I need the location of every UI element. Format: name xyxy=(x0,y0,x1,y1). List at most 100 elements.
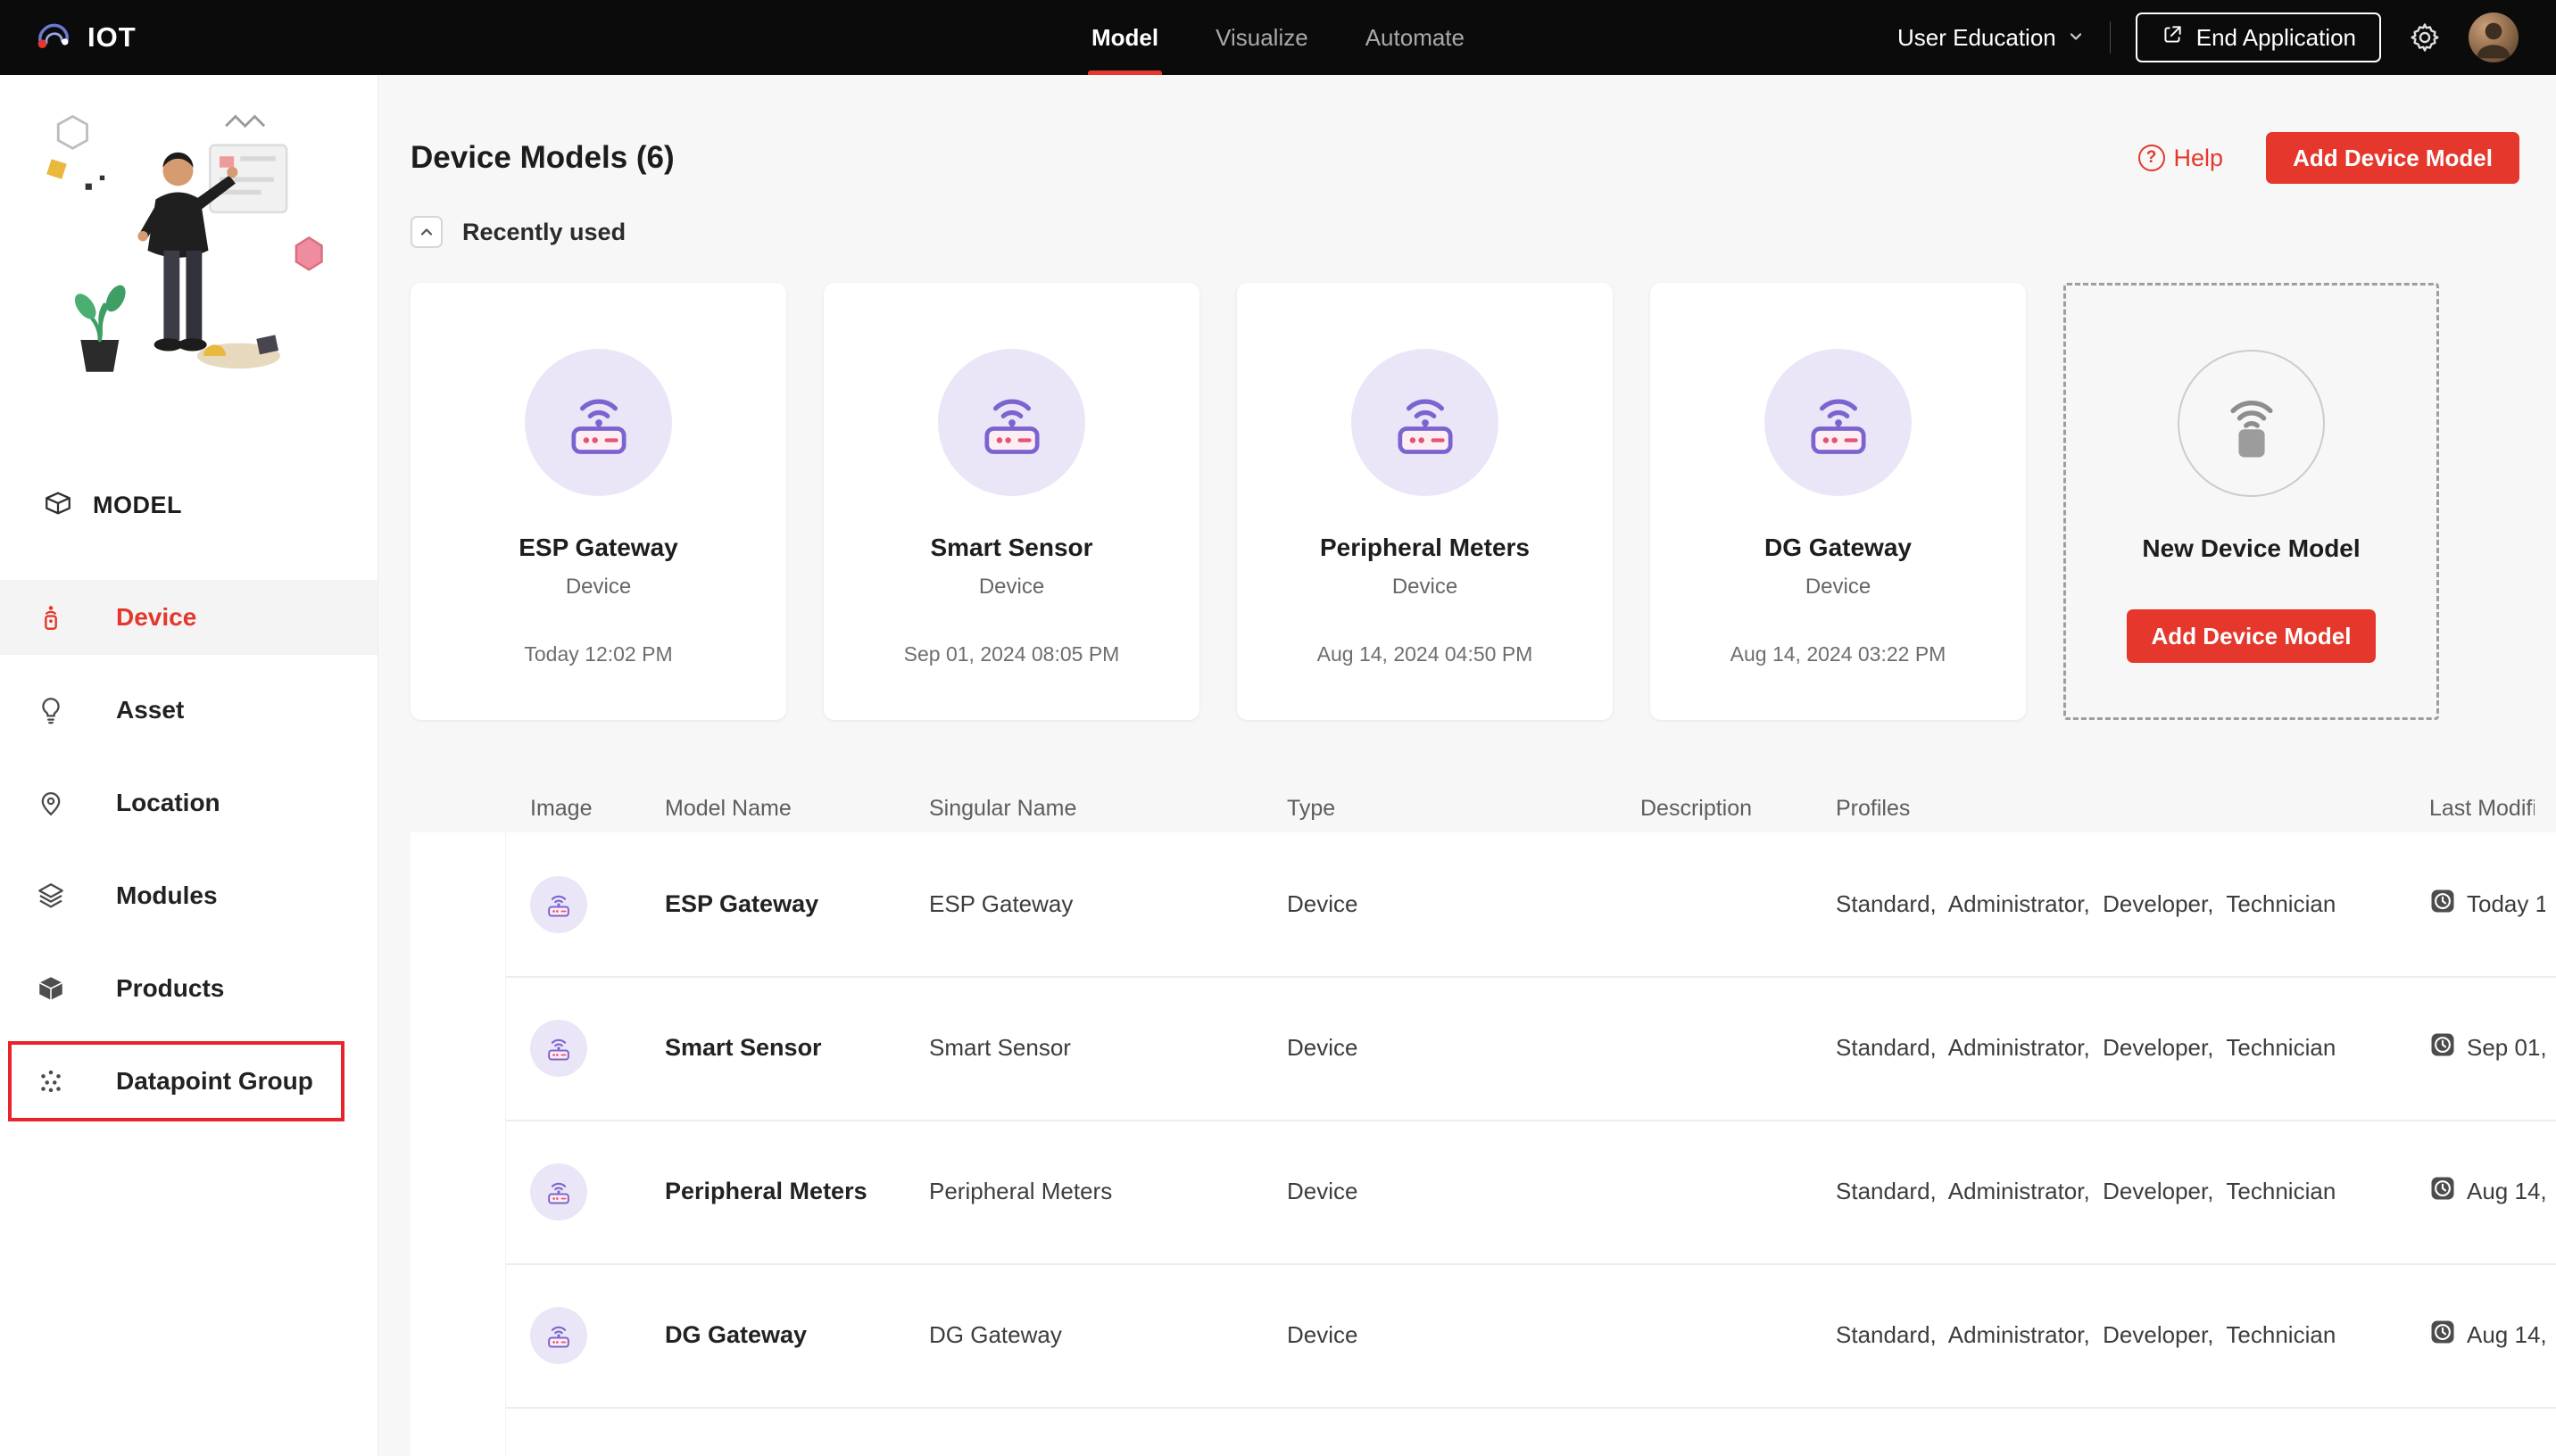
datapoint-cluster-icon xyxy=(36,1066,66,1096)
topbar-right: User Education End Application xyxy=(1897,12,2519,62)
sidebar-item-modules[interactable]: Modules xyxy=(0,858,378,933)
topbar-divider xyxy=(2109,21,2111,54)
table-row-partial[interactable] xyxy=(411,1407,2556,1456)
recent-device-card-esp-gateway[interactable]: ESP Gateway Device Today 12:02 PM xyxy=(411,283,786,720)
table-header: Image Model Name Singular Name Type Desc… xyxy=(411,784,2556,832)
router-icon xyxy=(530,1019,587,1077)
question-circle-icon: ? xyxy=(2137,145,2165,171)
sidebar-item-label: Device xyxy=(116,603,197,631)
router-icon xyxy=(1764,349,1912,496)
card-last-used: Aug 14, 2024 04:50 PM xyxy=(1316,642,1533,666)
cell-profiles: Standard, Administrator, Developer, Tech… xyxy=(1836,1321,2336,1348)
model-cube-icon xyxy=(43,488,73,523)
router-icon xyxy=(938,349,1085,496)
sidebar-item-datapoint-group[interactable]: Datapoint Group xyxy=(0,1041,378,1121)
sidebar-item-label: Products xyxy=(116,974,225,1002)
cell-last-modified: Aug 14, 2024 03:22 PM xyxy=(2467,1321,2545,1348)
sidebar-section-label: MODEL xyxy=(93,491,182,518)
router-icon xyxy=(530,1306,587,1364)
recent-device-card-dg-gateway[interactable]: DG Gateway Device Aug 14, 2024 03:22 PM xyxy=(1650,283,2026,720)
cell-type: Device xyxy=(1287,1034,1358,1061)
sidebar: MODEL Device Asset Location Modules Prod… xyxy=(0,75,378,1456)
sidebar-illustration xyxy=(46,114,323,372)
card-model-type: Device xyxy=(978,575,1045,599)
cell-last-modified: Aug 14, 2024 04:50 PM xyxy=(2467,1178,2545,1204)
recent-device-card-smart-sensor[interactable]: Smart Sensor Device Sep 01, 2024 08:05 P… xyxy=(824,283,1199,720)
end-application-button[interactable]: End Application xyxy=(2135,12,2381,62)
sidebar-item-location[interactable]: Location xyxy=(0,765,378,840)
card-last-used: Sep 01, 2024 08:05 PM xyxy=(903,642,1120,666)
brand: IOT xyxy=(32,15,137,61)
sidebar-item-device[interactable]: Device xyxy=(0,580,378,655)
add-device-model-button[interactable]: Add Device Model xyxy=(2266,132,2519,184)
sidebar-item-label: Asset xyxy=(116,696,185,724)
table-body: ESP Gateway ESP Gateway Device Standard,… xyxy=(411,832,2556,1456)
brand-name: IOT xyxy=(87,21,137,53)
card-model-name: DG Gateway xyxy=(1764,534,1912,561)
clock-icon xyxy=(2429,1031,2456,1064)
cell-profiles: Standard, Administrator, Developer, Tech… xyxy=(1836,1034,2336,1061)
layers-icon xyxy=(36,881,66,911)
column-header-type: Type xyxy=(1287,795,1336,821)
sidebar-item-label: Datapoint Group xyxy=(116,1067,313,1095)
cell-singular-name: Peripheral Meters xyxy=(929,1178,1113,1204)
sidebar-item-label: Location xyxy=(116,789,220,816)
cell-singular-name: DG Gateway xyxy=(929,1321,1062,1348)
cell-singular-name: Smart Sensor xyxy=(929,1034,1071,1061)
user-avatar[interactable] xyxy=(2469,12,2519,62)
card-model-name: ESP Gateway xyxy=(519,534,678,561)
card-model-type: Device xyxy=(1391,575,1458,599)
device-models-table: Image Model Name Singular Name Type Desc… xyxy=(411,784,2556,1456)
card-last-used: Today 12:02 PM xyxy=(524,642,673,666)
clock-icon xyxy=(2429,1319,2456,1352)
cell-singular-name: ESP Gateway xyxy=(929,890,1074,917)
chevron-down-icon xyxy=(2067,24,2085,52)
external-link-icon xyxy=(2161,23,2184,53)
clock-icon xyxy=(2429,1175,2456,1208)
card-model-name: Peripheral Meters xyxy=(1320,534,1530,561)
cell-profiles: Standard, Administrator, Developer, Tech… xyxy=(1836,890,2336,917)
chevron-up-icon xyxy=(420,228,433,236)
sidebar-section-model: MODEL xyxy=(0,485,378,525)
sidebar-item-label: Modules xyxy=(116,881,218,909)
page-header: Device Models (6) ? Help Add Device Mode… xyxy=(411,132,2519,184)
recent-device-card-peripheral-meters[interactable]: Peripheral Meters Device Aug 14, 2024 04… xyxy=(1237,283,1613,720)
tab-automate[interactable]: Automate xyxy=(1365,0,1465,75)
device-icon xyxy=(36,602,66,633)
sidebar-item-asset[interactable]: Asset xyxy=(0,673,378,748)
portal-selector[interactable]: User Education xyxy=(1897,24,2085,52)
collapse-recently-used-button[interactable] xyxy=(411,216,443,248)
cell-model-name: ESP Gateway xyxy=(665,890,819,917)
table-row-dg-gateway[interactable]: DG Gateway DG Gateway Device Standard, A… xyxy=(411,1263,2556,1407)
cell-type: Device xyxy=(1287,890,1358,917)
card-add-device-model-button[interactable]: Add Device Model xyxy=(2126,609,2377,663)
help-link[interactable]: ? Help xyxy=(2137,145,2223,172)
table-row-smart-sensor[interactable]: Smart Sensor Smart Sensor Device Standar… xyxy=(411,976,2556,1120)
cell-type: Device xyxy=(1287,1321,1358,1348)
cell-type: Device xyxy=(1287,1178,1358,1204)
column-header-profiles: Profiles xyxy=(1836,795,1911,821)
tab-visualize[interactable]: Visualize xyxy=(1216,0,1308,75)
cell-model-name: DG Gateway xyxy=(665,1321,808,1348)
iot-logo-icon xyxy=(32,15,73,61)
cell-last-modified: Sep 01, 2024 08:05 PM xyxy=(2467,1034,2545,1061)
asset-icon xyxy=(36,695,66,725)
gear-icon[interactable] xyxy=(2406,19,2444,56)
table-row-peripheral-meters[interactable]: Peripheral Meters Peripheral Meters Devi… xyxy=(411,1120,2556,1263)
card-model-type: Device xyxy=(565,575,632,599)
table-row-esp-gateway[interactable]: ESP Gateway ESP Gateway Device Standard,… xyxy=(411,832,2556,976)
page-title: Device Models (6) xyxy=(411,140,675,175)
sidebar-item-products[interactable]: Products xyxy=(0,951,378,1026)
new-device-model-card[interactable]: New Device Model Add Device Model xyxy=(2063,283,2439,720)
router-icon xyxy=(1351,349,1498,496)
router-icon xyxy=(525,349,672,496)
tab-model[interactable]: Model xyxy=(1087,0,1163,75)
card-model-name: Smart Sensor xyxy=(930,534,1093,561)
column-header-image: Image xyxy=(530,795,593,821)
recently-used-cards: ESP Gateway Device Today 12:02 PM Smart … xyxy=(411,283,2556,720)
package-box-icon xyxy=(36,973,66,1004)
top-navigation: Model Visualize Automate xyxy=(1087,0,1465,75)
cell-last-modified: Today 12:02 PM xyxy=(2467,890,2545,917)
cell-model-name: Smart Sensor xyxy=(665,1034,822,1061)
recently-used-section-header: Recently used xyxy=(411,214,2556,250)
